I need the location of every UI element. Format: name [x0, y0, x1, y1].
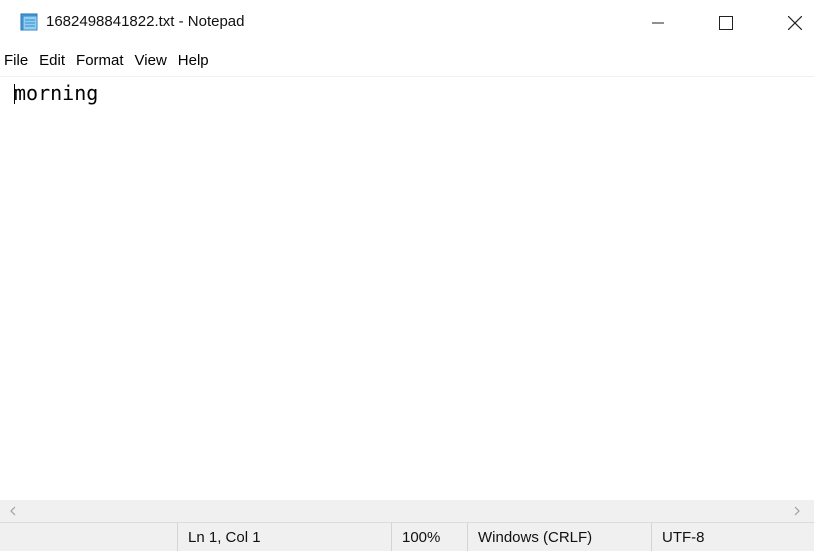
text-editor[interactable]: morning [0, 76, 814, 501]
scroll-right-icon[interactable] [786, 500, 808, 522]
editor-content[interactable]: morning [14, 81, 98, 105]
close-icon [788, 16, 802, 30]
menu-format[interactable]: Format [72, 50, 128, 72]
minimize-icon [652, 17, 664, 29]
menu-edit[interactable]: Edit [35, 50, 69, 72]
menu-file[interactable]: File [0, 50, 32, 72]
window-title: 1682498841822.txt - Notepad [46, 13, 245, 30]
menu-help[interactable]: Help [174, 50, 213, 72]
minimize-button[interactable] [635, 0, 681, 46]
encoding: UTF-8 [651, 523, 812, 551]
line-ending: Windows (CRLF) [467, 523, 648, 551]
title-bar[interactable]: 1682498841822.txt - Notepad [0, 0, 814, 46]
zoom-level: 100% [391, 523, 460, 551]
scroll-left-icon[interactable] [2, 500, 24, 522]
maximize-button[interactable] [703, 0, 749, 46]
notepad-icon [20, 12, 40, 32]
menu-bar: File Edit Format View Help [0, 48, 814, 74]
cursor-position: Ln 1, Col 1 [177, 523, 392, 551]
status-bar: Ln 1, Col 1 100% Windows (CRLF) UTF-8 [0, 522, 814, 551]
menu-view[interactable]: View [131, 50, 171, 72]
close-button[interactable] [772, 0, 814, 46]
horizontal-scrollbar[interactable] [0, 500, 814, 522]
text-caret [14, 84, 15, 104]
maximize-icon [719, 16, 733, 30]
